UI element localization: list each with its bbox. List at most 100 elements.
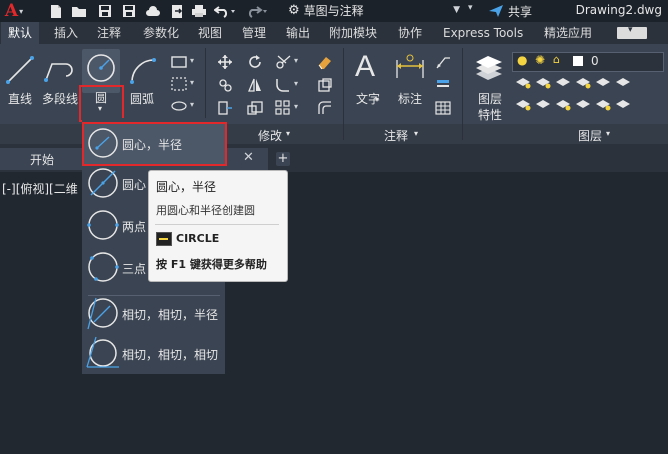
lightbulb-icon: ● [517, 53, 528, 67]
viewport-controls[interactable]: [-][俯视][二维 [2, 180, 78, 197]
chevron-down-icon[interactable]: ▾ [190, 100, 194, 109]
leader-icon[interactable] [434, 54, 452, 70]
panel-divider [343, 48, 344, 140]
print-icon[interactable] [190, 2, 208, 20]
tab-annotate[interactable]: 注释 [90, 22, 128, 44]
text-button[interactable]: A 文字 [352, 50, 386, 108]
dropdown-item-label: 相切，相切，半径 [122, 308, 219, 322]
polyline-icon [44, 63, 73, 82]
tab-default[interactable]: 默认 [1, 22, 40, 44]
save-as-icon[interactable] [120, 2, 138, 20]
tooltip-divider [155, 224, 279, 225]
workspace-dropdown-arrow[interactable]: ▾ [468, 3, 473, 13]
chevron-down-icon[interactable]: ▾ [190, 56, 194, 65]
workspace-selector[interactable]: ⚙ 草图与注释 ▼ [286, 1, 464, 20]
rectangle-icon[interactable] [170, 54, 188, 70]
chevron-down-icon[interactable]: ▾ [375, 95, 379, 104]
tab-featured-apps[interactable]: 精选应用 [537, 22, 599, 44]
cloud-save-icon[interactable] [144, 2, 162, 20]
arc-button[interactable]: 圆弧 [126, 52, 162, 108]
export-icon[interactable] [168, 2, 186, 20]
workspace-label: 草图与注释 [303, 4, 364, 18]
chevron-down-icon: ▾ [606, 129, 611, 138]
copy-icon[interactable] [216, 77, 234, 93]
layer-properties-button[interactable]: 图层 特性 [470, 52, 510, 122]
tooltip-command: CIRCLE [176, 232, 220, 245]
document-tab-label: 开始 [30, 153, 55, 167]
tab-view[interactable]: 视图 [191, 22, 229, 44]
highlighted-option-outline [82, 122, 227, 166]
file-title: Drawing2.dwg [575, 3, 662, 17]
center-diameter-icon [86, 166, 120, 203]
dropdown-item-label: 两点 [122, 220, 147, 234]
current-layer-name: 0 [591, 54, 599, 68]
layer-properties-label-1: 图层 [478, 92, 503, 106]
arc-icon [130, 58, 156, 84]
dimension-icon [396, 54, 424, 78]
move-icon[interactable] [216, 54, 234, 70]
table-icon[interactable] [434, 100, 452, 116]
arc-label: 圆弧 [130, 92, 155, 106]
ribbon-display-toggle[interactable]: ▾ [617, 25, 647, 39]
tab-output[interactable]: 输出 [279, 22, 317, 44]
array-icon[interactable] [274, 100, 292, 116]
fillet-icon[interactable] [274, 77, 292, 93]
chevron-down-icon: ▼ [453, 5, 460, 15]
explode-icon[interactable] [316, 77, 334, 93]
tab-addins[interactable]: 附加模块 [322, 22, 384, 44]
new-tab-button[interactable]: + [276, 152, 290, 166]
tab-insert[interactable]: 插入 [47, 22, 85, 44]
tooltip-description: 用圆心和半径创建圆 [156, 204, 255, 217]
chevron-down-icon[interactable]: ▾ [294, 102, 298, 111]
leader-tools-icon[interactable] [434, 77, 452, 93]
sun-icon: ✺ [535, 53, 546, 67]
dropdown-item-label: 三点 [122, 262, 147, 276]
tab-parametric[interactable]: 参数化 [136, 22, 186, 44]
tab-express-tools[interactable]: Express Tools [436, 22, 530, 44]
app-logo[interactable]: A ▾ [2, 0, 26, 22]
text-icon: A [355, 50, 376, 83]
chevron-down-icon: ▾ [98, 104, 103, 113]
redo-icon[interactable] [246, 2, 268, 20]
dropdown-item-label: 相切，相切，相切 [122, 348, 219, 362]
hatch-icon[interactable] [170, 76, 188, 92]
panel-divider [462, 48, 463, 140]
dimension-button[interactable]: 标注 [392, 52, 428, 108]
polyline-label: 多段线 [42, 92, 79, 106]
scale-icon[interactable] [246, 100, 264, 116]
tan-tan-radius-icon [86, 296, 120, 333]
chevron-down-icon[interactable]: ▾ [190, 78, 194, 87]
chevron-down-icon: ▾ [286, 129, 291, 138]
tab-collaborate[interactable]: 协作 [391, 22, 429, 44]
rotate-icon[interactable] [246, 54, 264, 70]
modify-panel-title[interactable]: 修改 [258, 127, 282, 144]
tab-manage[interactable]: 管理 [235, 22, 273, 44]
trim-icon[interactable] [274, 54, 292, 70]
unlock-icon: ⌂ [553, 53, 560, 66]
erase-icon[interactable] [316, 54, 334, 70]
chevron-down-icon[interactable]: ▾ [294, 56, 298, 65]
layer-properties-icon [476, 56, 502, 80]
close-icon[interactable]: ✕ [243, 150, 254, 165]
line-icon [6, 56, 34, 84]
line-label: 直线 [8, 92, 33, 106]
mirror-icon[interactable] [246, 77, 264, 93]
layer-selector[interactable]: ● ✺ ⌂ 0 [512, 52, 664, 72]
polyline-button[interactable]: 多段线 [40, 52, 82, 108]
save-icon[interactable] [96, 2, 114, 20]
share-button[interactable]: 共享 [488, 1, 532, 21]
line-button[interactable]: 直线 [4, 52, 38, 108]
tooltip-title: 圆心，半径 [156, 180, 217, 194]
open-folder-icon[interactable] [70, 2, 88, 20]
new-file-icon[interactable] [48, 2, 64, 20]
dimension-label: 标注 [398, 92, 423, 106]
layer-properties-label-2: 特性 [478, 108, 503, 122]
stretch-icon[interactable] [216, 100, 234, 116]
annotation-panel-title[interactable]: 注释 [384, 127, 408, 144]
ellipse-icon[interactable] [170, 98, 188, 114]
share-icon [489, 5, 503, 17]
undo-icon[interactable] [214, 2, 236, 20]
layers-panel-title[interactable]: 图层 [578, 127, 602, 144]
offset-icon[interactable] [316, 100, 334, 116]
chevron-down-icon[interactable]: ▾ [294, 79, 298, 88]
